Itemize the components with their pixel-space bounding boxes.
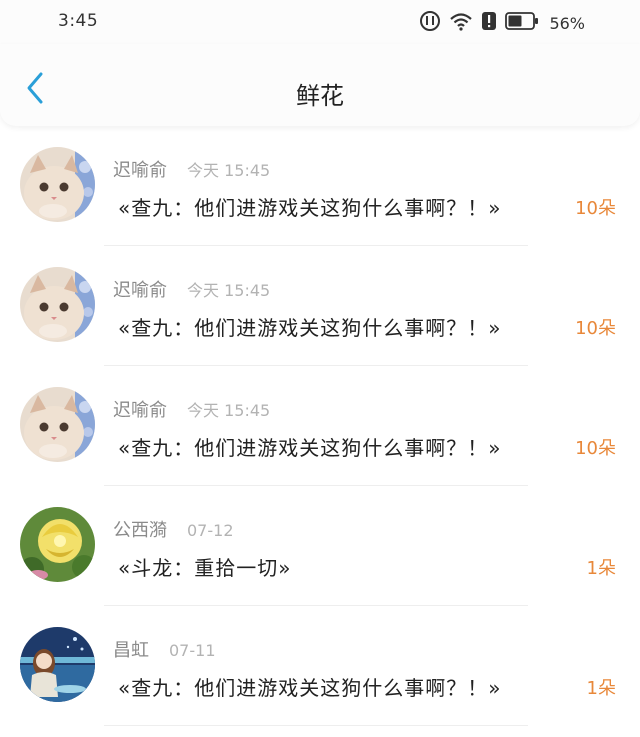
avatar	[20, 627, 95, 702]
sender-name: 迟喻俞	[113, 160, 167, 181]
flower-count: 10朵	[575, 438, 616, 459]
send-time: 今天 15:45	[187, 401, 271, 420]
alarm-icon	[419, 10, 441, 36]
list-item[interactable]: 迟喻俞 今天 15:45 «查九：他们进游戏关这狗什么事啊？！» 10朵	[0, 246, 640, 366]
send-time: 07-11	[169, 641, 216, 660]
item-meta: 迟喻俞 今天 15:45	[113, 396, 270, 422]
sender-name: 昌虹	[113, 640, 149, 661]
status-icons: 56%	[419, 10, 585, 36]
item-meta: 迟喻俞 今天 15:45	[113, 156, 270, 182]
book-title: «查九：他们进游戏关这狗什么事啊？！»	[118, 196, 502, 220]
avatar	[20, 507, 95, 582]
divider	[104, 725, 528, 726]
sender-name: 迟喻俞	[113, 280, 167, 301]
book-title: «查九：他们进游戏关这狗什么事啊？！»	[118, 436, 502, 460]
page-title: 鲜花	[296, 82, 344, 110]
send-time: 今天 15:45	[187, 281, 271, 300]
alert-icon	[481, 11, 497, 35]
item-meta: 迟喻俞 今天 15:45	[113, 276, 270, 302]
sender-name: 公西漪	[113, 520, 167, 541]
item-meta: 公西漪 07-12	[113, 516, 234, 542]
status-time: 3:45	[58, 11, 99, 31]
status-bar: 3:45 56%	[0, 0, 640, 44]
battery-percent: 56%	[549, 13, 585, 33]
sender-name: 迟喻俞	[113, 400, 167, 421]
avatar	[20, 387, 95, 462]
flower-count: 10朵	[575, 318, 616, 339]
list-item[interactable]: 迟喻俞 今天 15:45 «查九：他们进游戏关这狗什么事啊？！» 10朵	[0, 126, 640, 246]
flower-count: 10朵	[575, 198, 616, 219]
flower-count: 1朵	[586, 678, 616, 699]
book-title: «查九：他们进游戏关这狗什么事啊？！»	[118, 676, 502, 700]
battery-icon	[505, 12, 539, 34]
list-item[interactable]: 公西漪 07-12 «斗龙：重拾一切» 1朵	[0, 486, 640, 606]
list-item[interactable]: 昌虹 07-11 «查九：他们进游戏关这狗什么事啊？！» 1朵	[0, 606, 640, 726]
send-time: 07-12	[187, 521, 234, 540]
list-item[interactable]: 迟喻俞 今天 15:45 «查九：他们进游戏关这狗什么事啊？！» 10朵	[0, 366, 640, 486]
flower-count: 1朵	[586, 558, 616, 579]
flower-record-list: 迟喻俞 今天 15:45 «查九：他们进游戏关这狗什么事啊？！» 10朵 迟喻俞…	[0, 126, 640, 726]
avatar	[20, 147, 95, 222]
book-title: «斗龙：重拾一切»	[118, 556, 292, 580]
send-time: 今天 15:45	[187, 161, 271, 180]
nav-bar: 鲜花	[0, 44, 640, 126]
book-title: «查九：他们进游戏关这狗什么事啊？！»	[118, 316, 502, 340]
item-meta: 昌虹 07-11	[113, 636, 216, 662]
wifi-icon	[449, 11, 473, 35]
avatar	[20, 267, 95, 342]
